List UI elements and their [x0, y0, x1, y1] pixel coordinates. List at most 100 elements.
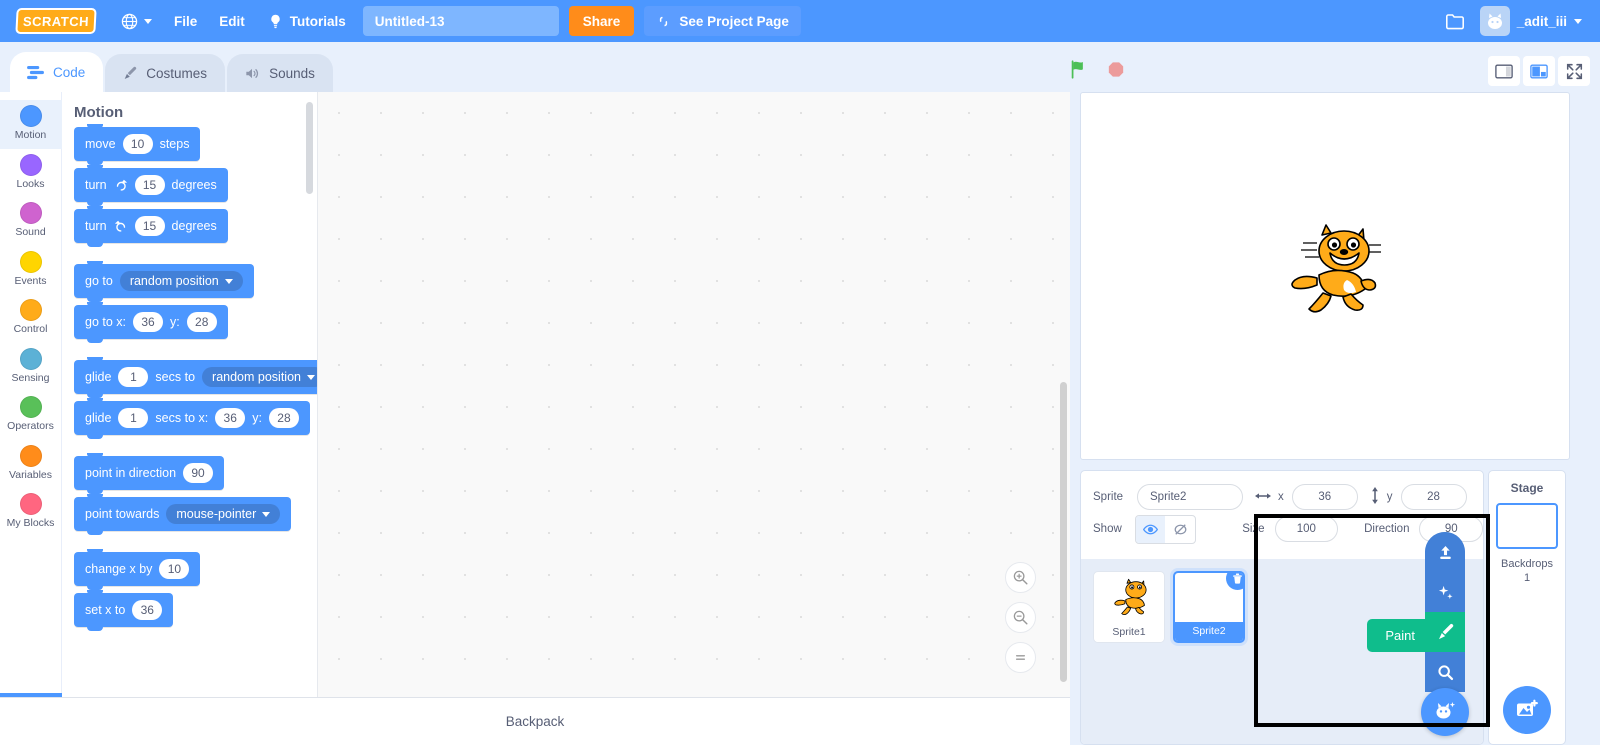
block-point-in-direction[interactable]: point in direction 90 — [74, 453, 225, 494]
folder-icon[interactable] — [1444, 12, 1466, 31]
block-change-x-by[interactable]: change x by 10 — [74, 549, 201, 590]
share-button[interactable]: Share — [568, 6, 635, 36]
add-backdrop-button[interactable] — [1503, 686, 1551, 734]
block-input-steps[interactable]: 10 — [122, 134, 153, 154]
code-canvas[interactable] — [318, 92, 1070, 745]
sprite-name-input[interactable]: Sprite2 — [1137, 484, 1243, 510]
turn-ccw-icon — [114, 220, 125, 232]
x-arrow-icon — [1255, 491, 1271, 504]
large-stage-button[interactable] — [1523, 56, 1555, 86]
block-text: glide — [85, 411, 112, 425]
block-dropdown-target[interactable]: random position — [202, 367, 317, 387]
tutorials-menu[interactable]: Tutorials — [256, 0, 357, 42]
language-menu[interactable] — [110, 0, 163, 42]
sidebar-item-motion[interactable]: Motion — [0, 100, 62, 149]
block-input-direction[interactable]: 90 — [183, 463, 214, 483]
block-dropdown-target[interactable]: mouse-pointer — [166, 504, 281, 524]
block-glide-secs-to[interactable]: glide 1 secs to random position — [74, 357, 317, 398]
block-dropdown-target[interactable]: random position — [119, 271, 243, 291]
zoom-out-button[interactable] — [1005, 602, 1036, 633]
sidebar-item-variables[interactable]: Variables — [0, 440, 62, 489]
block-input-degrees[interactable]: 15 — [134, 175, 165, 195]
small-stage-button[interactable] — [1488, 56, 1520, 86]
chevron-down-icon — [224, 278, 233, 284]
edit-menu[interactable]: Edit — [208, 0, 256, 42]
scratch-logo[interactable]: SCRATCH — [15, 8, 97, 34]
block-set-x-to[interactable]: set x to 36 — [74, 590, 174, 631]
globe-icon — [121, 13, 138, 29]
add-backdrop-icon — [1517, 699, 1538, 716]
account-menu[interactable]: _adit_iii — [1479, 6, 1582, 36]
direction-label: Direction — [1364, 523, 1410, 535]
stage-selector-pane: Stage Backdrops 1 — [1488, 470, 1566, 745]
green-flag-icon — [1071, 60, 1083, 79]
block-text: point towards — [85, 507, 160, 521]
menu-bar: SCRATCH File Edit Tutorials Share See Pr… — [0, 0, 1600, 42]
block-input-x[interactable]: 36 — [133, 312, 163, 332]
operators-color-dot — [19, 396, 42, 419]
main-body: Motion Looks Sound Events Control Sensin… — [0, 92, 1600, 745]
stage-thumbnail[interactable] — [1496, 503, 1558, 549]
block-input-y[interactable]: 28 — [268, 408, 299, 428]
upload-sprite-button[interactable] — [1425, 532, 1465, 572]
block-palette[interactable]: Motion move 10 steps turn 15 degrees tur… — [62, 92, 318, 745]
code-icon — [27, 65, 44, 79]
choose-sprite-button[interactable] — [1421, 688, 1469, 736]
sensing-color-dot — [19, 347, 42, 370]
block-input-secs[interactable]: 1 — [118, 367, 149, 387]
tab-sounds[interactable]: Sounds — [227, 54, 333, 92]
block-go-to[interactable]: go to random position — [74, 261, 254, 302]
sound-color-dot — [19, 202, 42, 225]
zoom-in-button[interactable] — [1005, 562, 1036, 593]
tab-costumes[interactable]: Costumes — [105, 54, 226, 92]
backpack-bar[interactable]: Backpack — [0, 697, 1070, 745]
upload-icon — [1439, 545, 1451, 559]
show-sprite-button[interactable] — [1135, 515, 1166, 543]
fullscreen-button[interactable] — [1558, 56, 1590, 86]
sprite-y-input[interactable]: 28 — [1400, 484, 1467, 510]
block-input-x[interactable]: 36 — [132, 600, 163, 620]
sprite-size-input[interactable]: 100 — [1274, 516, 1339, 542]
project-title-input[interactable] — [362, 6, 559, 36]
paint-sprite-button[interactable] — [1425, 612, 1465, 652]
block-input-y[interactable]: 28 — [186, 312, 217, 332]
block-go-to-xy[interactable]: go to x: 36 y: 28 — [74, 302, 228, 343]
block-turn-right-degrees[interactable]: turn 15 degrees — [74, 165, 228, 206]
block-point-towards[interactable]: point towards mouse-pointer — [74, 494, 292, 535]
block-input-secs[interactable]: 1 — [118, 408, 149, 428]
block-input-degrees[interactable]: 15 — [134, 216, 165, 236]
stage-and-sprites: Sprite Sprite2 x 36 y 28 Show Size 100 D… — [1070, 92, 1600, 745]
block-move-steps[interactable]: move 10 steps — [74, 124, 201, 165]
block-input-x[interactable]: 36 — [215, 408, 246, 428]
sidebar-item-events[interactable]: Events — [0, 246, 62, 295]
sidebar-item-sound[interactable]: Sound — [0, 197, 62, 246]
stop-button[interactable] — [1098, 55, 1134, 87]
green-flag-button[interactable] — [1060, 54, 1098, 88]
palette-scrollbar[interactable] — [306, 102, 313, 194]
paintbrush-icon — [124, 66, 137, 79]
turn-cw-icon — [116, 179, 127, 191]
show-label: Show — [1093, 523, 1122, 535]
file-menu[interactable]: File — [163, 0, 208, 42]
sidebar-item-sensing[interactable]: Sensing — [0, 343, 62, 392]
block-glide-secs-to-xy[interactable]: glide 1 secs to x: 36 y: 28 — [74, 398, 310, 439]
sidebar-item-my-blocks[interactable]: My Blocks — [0, 488, 62, 537]
search-sprite-button[interactable] — [1425, 652, 1465, 692]
surprise-sprite-button[interactable] — [1425, 572, 1465, 612]
block-turn-left-degrees[interactable]: turn 15 degrees — [74, 206, 228, 247]
hide-sprite-button[interactable] — [1165, 516, 1195, 543]
sprite-card-sprite2[interactable]: Sprite2 — [1173, 571, 1245, 643]
scratch-cat-sprite[interactable] — [1273, 223, 1381, 319]
sprite-card-sprite1[interactable]: Sprite1 — [1093, 571, 1165, 643]
block-input-dx[interactable]: 10 — [159, 559, 190, 579]
sidebar-item-control[interactable]: Control — [0, 294, 62, 343]
sidebar-item-operators[interactable]: Operators — [0, 391, 62, 440]
block-text: glide — [85, 370, 112, 384]
tab-code[interactable]: Code — [10, 52, 104, 92]
see-project-page-button[interactable]: See Project Page — [644, 6, 801, 36]
stage-area[interactable] — [1080, 92, 1570, 460]
canvas-vertical-scrollbar[interactable] — [1060, 382, 1067, 682]
zoom-reset-button[interactable] — [1005, 642, 1036, 673]
sprite-x-input[interactable]: 36 — [1291, 484, 1358, 510]
sidebar-item-looks[interactable]: Looks — [0, 149, 62, 198]
